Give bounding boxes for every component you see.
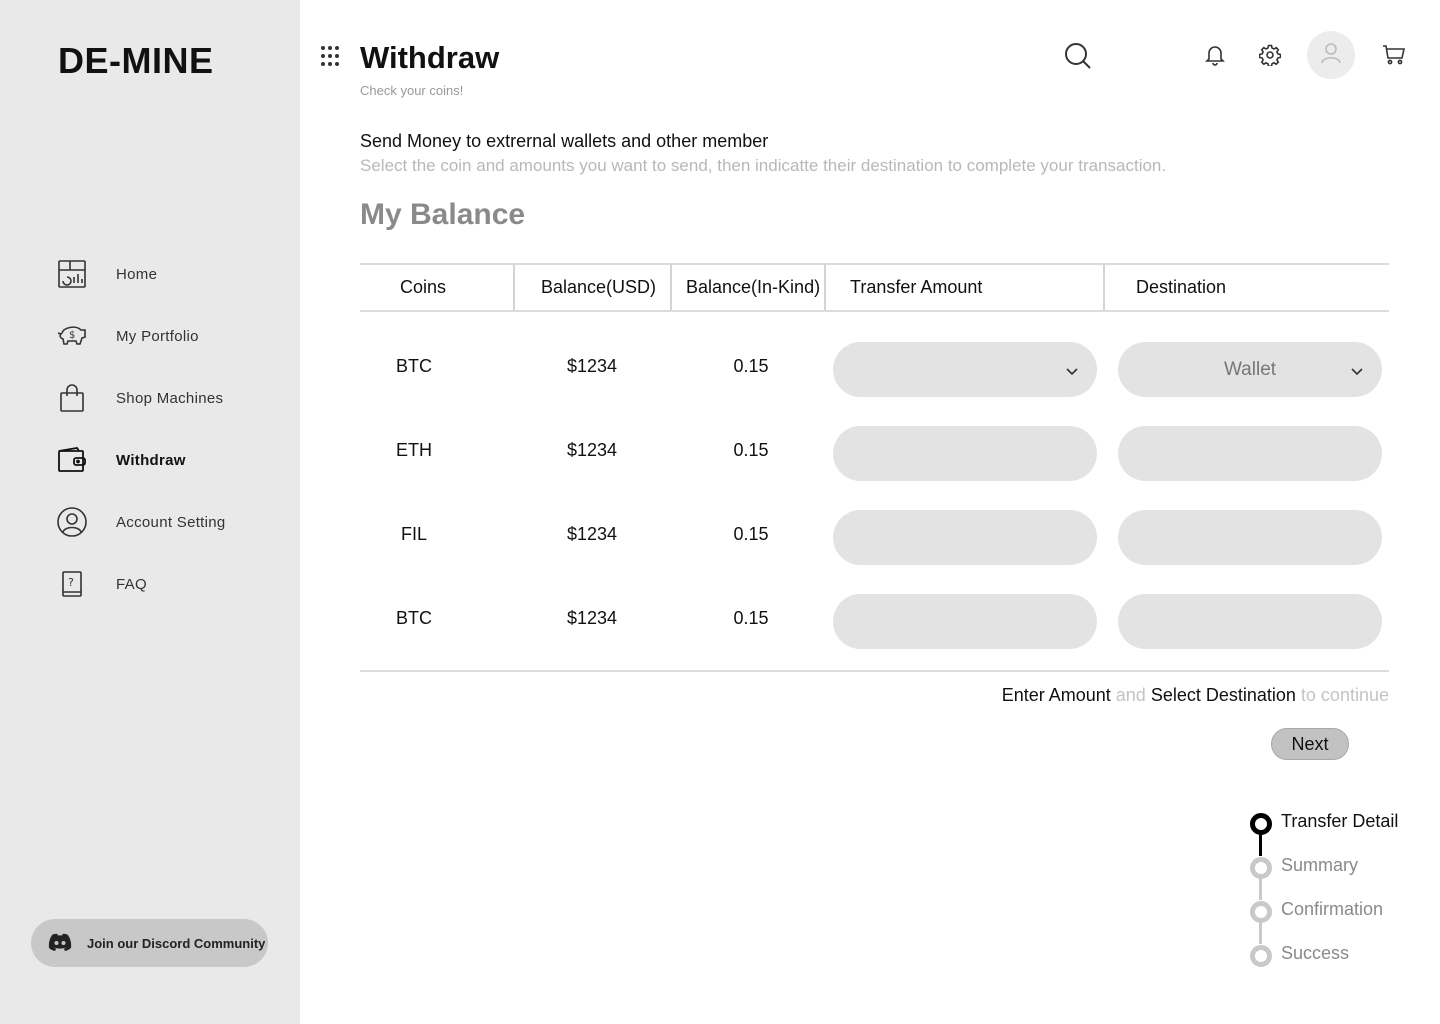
sidebar-item-label: Withdraw [116, 451, 186, 469]
piggy-bank-icon: $ [56, 320, 88, 352]
transfer-amount-input[interactable] [833, 426, 1097, 481]
coin-cell: BTC [396, 608, 432, 628]
step-marker-transfer-detail [1250, 813, 1272, 835]
dashboard-icon [56, 258, 88, 290]
destination-value: Wallet [1223, 358, 1277, 380]
shopping-bag-icon [56, 382, 88, 414]
coin-cell: ETH [396, 440, 432, 460]
discord-button[interactable]: Join our Discord Community [31, 919, 268, 967]
step-marker-confirmation [1250, 901, 1272, 923]
balance-usd-cell: $1234 [566, 356, 618, 376]
step-connector [1259, 834, 1262, 856]
next-button[interactable]: Next [1271, 728, 1349, 760]
chevron-down-icon [1065, 362, 1079, 384]
svg-text:?: ? [68, 576, 74, 589]
sidebar-item-home[interactable]: Home [56, 256, 286, 292]
coin-cell: FIL [400, 524, 427, 544]
table-bottom-divider [360, 670, 1389, 672]
step-connector [1259, 878, 1262, 900]
sidebar-item-label: My Portfolio [116, 327, 199, 345]
column-header-coins: Coins [400, 276, 447, 297]
bell-icon[interactable] [1205, 44, 1225, 71]
sidebar-item-label: Shop Machines [116, 389, 224, 407]
sidebar-item-label: FAQ [116, 575, 147, 593]
sidebar-item-faq[interactable]: ? FAQ [56, 566, 286, 602]
sidebar-item-withdraw[interactable]: Withdraw [56, 442, 286, 478]
discord-label: Join our Discord Community [87, 935, 266, 951]
sidebar-item-label: Home [116, 265, 158, 283]
balance-usd-cell: $1234 [566, 524, 618, 544]
step-label-transfer-detail: Transfer Detail [1281, 811, 1399, 831]
balance-inkind-cell: 0.15 [733, 356, 769, 376]
destination-select[interactable] [1118, 510, 1382, 565]
column-header-transfer-amount: Transfer Amount [850, 276, 983, 297]
step-label-success: Success [1281, 943, 1350, 963]
balance-usd-cell: $1234 [566, 440, 618, 460]
cart-icon[interactable] [1382, 44, 1406, 71]
hint-select-destination: Select Destination [1150, 685, 1296, 705]
coin-cell: BTC [396, 356, 432, 376]
step-label-summary: Summary [1281, 855, 1359, 875]
destination-select[interactable]: Wallet [1118, 342, 1382, 397]
balance-usd-cell: $1234 [566, 608, 618, 628]
step-connector [1259, 922, 1262, 944]
apps-grid-icon[interactable] [320, 45, 340, 72]
avatar[interactable] [1307, 31, 1355, 79]
balance-inkind-cell: 0.15 [733, 440, 769, 460]
destination-select[interactable] [1118, 594, 1382, 649]
transfer-amount-input[interactable] [833, 510, 1097, 565]
intro-heading: Send Money to extrernal wallets and othe… [360, 131, 769, 151]
svg-text:$: $ [69, 330, 75, 341]
intro-description: Select the coin and amounts you want to … [360, 156, 1167, 175]
wallet-icon [56, 444, 88, 476]
hint-enter-amount: Enter Amount [1001, 685, 1111, 705]
destination-select[interactable] [1118, 426, 1382, 481]
user-circle-icon [56, 506, 88, 538]
table-header-divider [360, 310, 1389, 312]
app-logo: DE-MINE [58, 40, 214, 81]
sidebar-item-portfolio[interactable]: $ My Portfolio [56, 318, 286, 354]
column-divider [824, 264, 826, 310]
discord-icon [47, 931, 73, 960]
question-book-icon: ? [56, 568, 88, 600]
sidebar-item-label: Account Setting [116, 513, 226, 531]
transfer-amount-input[interactable] [833, 594, 1097, 649]
balance-title: My Balance [360, 198, 526, 231]
column-header-balance-inkind: Balance(In-Kind) [686, 276, 821, 297]
column-divider [1103, 264, 1105, 310]
column-divider [513, 264, 515, 310]
continue-hint: Enter Amount and Select Destination to c… [900, 685, 1389, 706]
search-icon[interactable] [1064, 42, 1092, 75]
page-subtitle: Check your coins! [360, 83, 464, 98]
hint-to-continue: to continue [1295, 685, 1389, 705]
gear-icon[interactable] [1258, 44, 1282, 71]
chevron-down-icon [1350, 362, 1364, 384]
transfer-amount-select[interactable] [833, 342, 1097, 397]
sidebar-item-shop[interactable]: Shop Machines [56, 380, 286, 416]
sidebar: DE-MINE Home $ My Portfolio Shop Machine… [0, 0, 300, 1024]
hint-and: and [1110, 685, 1151, 705]
page-title: Withdraw [360, 40, 500, 75]
user-icon [1320, 42, 1342, 69]
step-label-confirmation: Confirmation [1281, 899, 1384, 919]
balance-inkind-cell: 0.15 [733, 524, 769, 544]
balance-inkind-cell: 0.15 [733, 608, 769, 628]
column-header-destination: Destination [1136, 276, 1227, 297]
sidebar-item-account[interactable]: Account Setting [56, 504, 286, 540]
step-marker-success [1250, 945, 1272, 967]
column-divider [670, 264, 672, 310]
column-header-balance-usd: Balance(USD) [541, 276, 657, 297]
step-marker-summary [1250, 857, 1272, 879]
